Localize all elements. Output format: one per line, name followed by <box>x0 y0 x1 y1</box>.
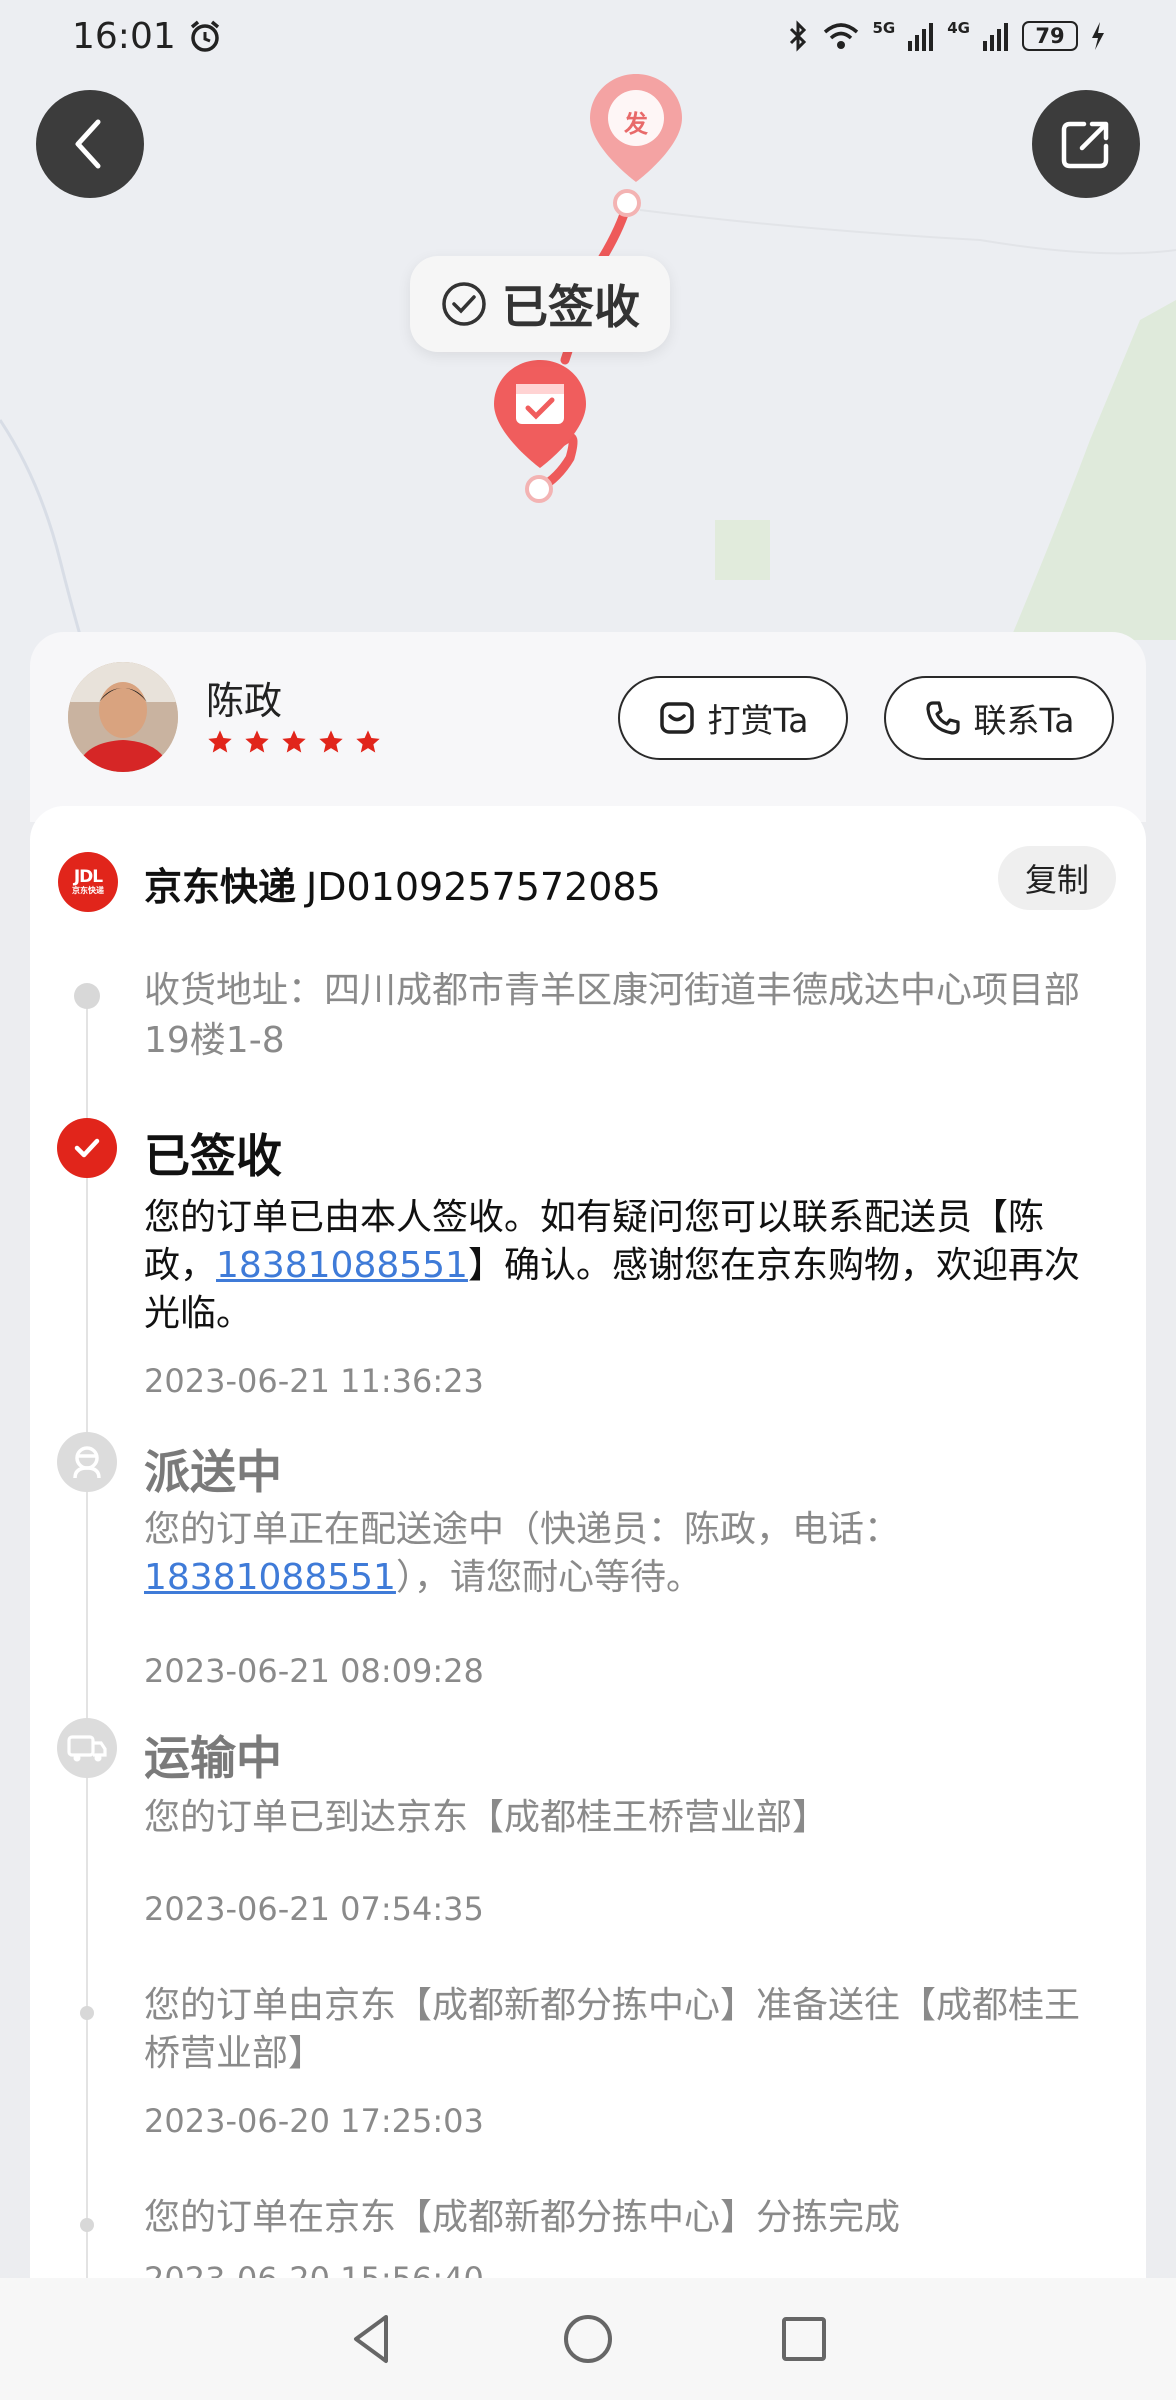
nav-recents-icon[interactable] <box>776 2311 832 2367</box>
star-icon <box>319 730 343 753</box>
address-dot <box>74 983 100 1009</box>
courier-avatar[interactable] <box>68 662 178 772</box>
network-5g-label: 5G <box>872 19 896 37</box>
status-bar: 16:01 5G 4G 79 <box>0 0 1176 72</box>
share-icon <box>1061 121 1109 169</box>
delivered-check-icon <box>57 1118 117 1178</box>
tip-button-label: 打赏Ta <box>707 701 809 740</box>
contact-button[interactable]: 联系Ta <box>884 676 1114 760</box>
courier-phone-link[interactable]: 18381088551 <box>216 1245 468 1286</box>
gift-icon <box>659 702 694 734</box>
status-chip: 已签收 <box>410 256 670 352</box>
tip-button[interactable]: 打赏Ta <box>618 676 848 760</box>
check-circle-icon <box>442 282 486 326</box>
copy-button[interactable]: 复制 <box>998 846 1116 910</box>
battery-indicator: 79 <box>1022 21 1078 51</box>
event-desc-delivered: 您的订单已由本人签收。如有疑问您可以联系配送员【陈政，18381088551】确… <box>144 1197 1080 1334</box>
courier-name: 陈政 <box>206 679 283 723</box>
signal-icon-1 <box>908 23 934 51</box>
signal-icon-2 <box>983 23 1008 51</box>
jdl-logo-subtext: 京东快递 <box>72 886 104 895</box>
origin-dot <box>613 189 641 217</box>
tracking-number: JD0109257572085 <box>306 865 661 909</box>
clock: 16:01 <box>72 15 176 57</box>
event-desc-delivering: 您的订单正在配送途中（快递员：陈政，电话：18381088551），请您耐心等待… <box>144 1509 901 1598</box>
event-title-transit: 运输中 <box>144 1731 282 1785</box>
event-time-sort-dispatch: 2023-06-20 17:25:03 <box>144 2102 484 2140</box>
event-time-transit: 2023-06-21 07:54:35 <box>144 1890 484 1928</box>
alarm-icon <box>190 20 219 52</box>
jdl-logo: JDL 京东快递 <box>58 852 118 912</box>
event-desc-sort-dispatch: 您的订单由京东【成都新都分拣中心】准备送往【成都桂王桥营业部】 <box>144 1985 1081 2074</box>
back-button[interactable] <box>36 90 144 198</box>
timeline-line <box>86 1002 88 2286</box>
event-desc-sorted: 您的订单在京东【成都新都分拣中心】分拣完成 <box>144 2197 901 2238</box>
network-4g-label: 4G <box>947 19 970 37</box>
nav-home-icon[interactable] <box>560 2311 616 2367</box>
courier-rating <box>206 728 382 756</box>
system-nav-bar <box>0 2278 1176 2400</box>
charging-icon <box>1092 22 1104 50</box>
status-chip-label: 已签收 <box>502 280 640 334</box>
nav-back-icon[interactable] <box>344 2311 400 2367</box>
event-time-delivered: 2023-06-21 11:36:23 <box>144 1362 484 1400</box>
event-time-delivering: 2023-06-21 08:09:28 <box>144 1652 484 1690</box>
star-icon <box>245 730 269 753</box>
jdl-logo-text: JDL <box>73 867 103 887</box>
bluetooth-icon <box>789 20 806 52</box>
carrier-info: 京东快递 JD0109257572085 <box>144 856 661 911</box>
tracking-card: JDL 京东快递 京东快递 JD0109257572085 复制 收货地址：四川成… <box>30 806 1146 2286</box>
star-icon <box>208 730 232 753</box>
star-icon <box>356 730 380 753</box>
share-button[interactable] <box>1032 90 1140 198</box>
event-title-delivered: 已签收 <box>144 1129 282 1183</box>
back-arrow-icon <box>75 119 101 169</box>
delivered-pin-icon <box>494 360 586 468</box>
timeline-dot <box>80 2006 94 2020</box>
truck-icon <box>57 1718 117 1778</box>
courier-person-icon <box>57 1432 117 1492</box>
timeline-dot <box>80 2218 94 2232</box>
wifi-icon <box>823 23 858 49</box>
star-icon <box>282 730 306 753</box>
destination-dot <box>525 475 553 503</box>
phone-icon <box>925 701 960 735</box>
event-desc-transit: 您的订单已到达京东【成都桂王桥营业部】 <box>144 1797 829 1838</box>
contact-button-label: 联系Ta <box>973 701 1075 740</box>
courier-phone-link[interactable]: 18381088551 <box>144 1557 396 1598</box>
origin-pin-label: 发 <box>624 110 648 138</box>
event-title-delivering: 派送中 <box>144 1445 282 1499</box>
delivery-address: 收货地址：四川成都市青羊区康河街道丰德成达中心项目部19楼1-8 <box>144 970 1081 1061</box>
courier-card: 陈政 打赏Ta 联系Ta <box>30 632 1146 822</box>
carrier-name: 京东快递 <box>144 865 297 909</box>
